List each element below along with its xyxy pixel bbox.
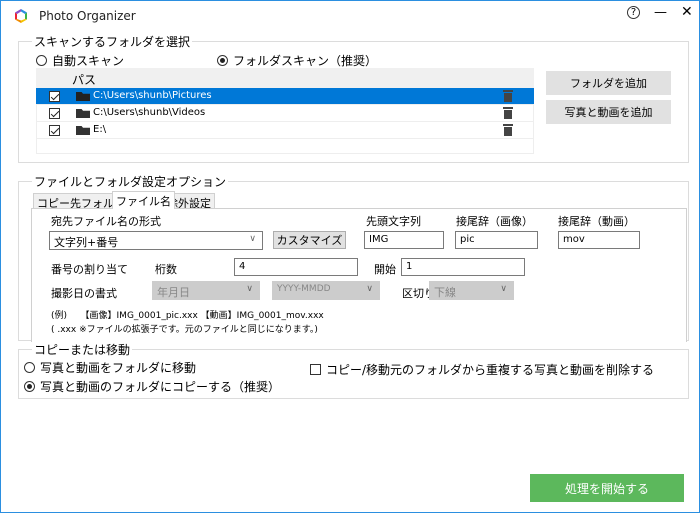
copy-label: 写真と動画のフォルダにコピーする（推奨） bbox=[40, 380, 281, 394]
row-checkbox[interactable] bbox=[49, 108, 60, 119]
window-title: Photo Organizer bbox=[39, 9, 136, 23]
chevron-down-icon: ∨ bbox=[366, 284, 373, 294]
example-line-1: (例) 【画像】IMG_0001_pic.xxx 【動画】IMG_0001_mo… bbox=[51, 311, 324, 321]
folder-row[interactable]: C:\Users\shunb\Pictures bbox=[36, 88, 534, 105]
suffix-image-input[interactable]: pic bbox=[455, 231, 538, 249]
prefix-label: 先頭文字列 bbox=[366, 215, 421, 228]
folder-icon bbox=[76, 109, 90, 118]
close-button[interactable]: ✕ bbox=[681, 4, 693, 20]
folder-row[interactable]: C:\Users\shunb\Videos bbox=[36, 105, 534, 122]
add-folder-button[interactable]: フォルダを追加 bbox=[546, 71, 671, 95]
move-label: 写真と動画をフォルダに移動 bbox=[40, 361, 197, 375]
folder-list-header: パス bbox=[36, 68, 534, 88]
move-radio[interactable]: 写真と動画をフォルダに移動 bbox=[24, 359, 196, 376]
copy-radio[interactable]: 写真と動画のフォルダにコピーする（推奨） bbox=[24, 378, 280, 395]
row-checkbox[interactable] bbox=[49, 91, 60, 102]
prefix-input[interactable]: IMG bbox=[364, 231, 444, 249]
separator-value: 下線 bbox=[434, 286, 456, 299]
help-button[interactable]: ? bbox=[627, 6, 640, 19]
folder-row[interactable]: E:\ bbox=[36, 122, 534, 139]
app-logo-icon bbox=[15, 9, 27, 23]
folder-scan-label: フォルダスキャン（推奨） bbox=[233, 54, 378, 68]
auto-scan-radio[interactable]: 自動スキャン bbox=[36, 52, 124, 69]
digits-input[interactable]: 4 bbox=[234, 258, 358, 276]
row-checkbox[interactable] bbox=[49, 125, 60, 136]
format-value: 文字列+番号 bbox=[54, 236, 119, 249]
date-format-label: 撮影日の書式 bbox=[51, 287, 117, 300]
suffix-video-input[interactable]: mov bbox=[558, 231, 640, 249]
folder-path: E:\ bbox=[93, 124, 107, 135]
customize-button[interactable]: カスタマイズ bbox=[273, 231, 346, 249]
auto-scan-label: 自動スキャン bbox=[52, 54, 125, 68]
chevron-down-icon: ∨ bbox=[249, 234, 256, 244]
add-media-button[interactable]: 写真と動画を追加 bbox=[546, 100, 671, 124]
start-label: 開始 bbox=[374, 263, 396, 276]
separator-select[interactable]: 下線 ∨ bbox=[429, 281, 514, 300]
numbering-label: 番号の割り当て bbox=[51, 263, 128, 276]
start-input[interactable]: 1 bbox=[401, 258, 525, 276]
suffix-video-label: 接尾辞（動画） bbox=[558, 215, 635, 228]
tab-file-name[interactable]: ファイル名 bbox=[112, 191, 175, 209]
date-order-select[interactable]: 年月日 ∨ bbox=[152, 281, 260, 300]
delete-duplicates-checkbox[interactable]: コピー/移動元のフォルダから重複する写真と動画を削除する bbox=[310, 361, 654, 378]
folder-icon bbox=[76, 92, 90, 101]
folder-icon bbox=[76, 126, 90, 135]
folder-path: C:\Users\shunb\Pictures bbox=[93, 90, 212, 101]
start-processing-button[interactable]: 処理を開始する bbox=[530, 474, 684, 502]
delete-duplicates-label: コピー/移動元のフォルダから重複する写真と動画を削除する bbox=[326, 363, 655, 377]
example-line-2: ( .xxx ※ファイルの拡張子です。元のファイルと同じになります。) bbox=[51, 325, 318, 335]
folder-path: C:\Users\shunb\Videos bbox=[93, 107, 206, 118]
date-format-select[interactable]: YYYY-MMDD ∨ bbox=[272, 281, 380, 300]
trash-icon[interactable] bbox=[503, 90, 513, 102]
chevron-down-icon: ∨ bbox=[500, 284, 507, 294]
path-column-header[interactable]: パス bbox=[72, 71, 96, 88]
digits-label: 桁数 bbox=[155, 263, 177, 276]
copy-move-legend: コピーまたは移動 bbox=[32, 341, 133, 358]
chevron-down-icon: ∨ bbox=[246, 284, 253, 294]
date-order-value: 年月日 bbox=[157, 286, 190, 299]
format-label: 宛先ファイル名の形式 bbox=[51, 215, 161, 228]
format-select[interactable]: 文字列+番号 ∨ bbox=[49, 231, 263, 250]
trash-icon[interactable] bbox=[503, 107, 513, 119]
date-format-value: YYYY-MMDD bbox=[277, 284, 331, 294]
folder-scan-radio[interactable]: フォルダスキャン（推奨） bbox=[217, 52, 377, 69]
scan-group-legend: スキャンするフォルダを選択 bbox=[32, 33, 193, 50]
trash-icon[interactable] bbox=[503, 124, 513, 136]
suffix-image-label: 接尾辞（画像） bbox=[456, 215, 533, 228]
options-group-legend: ファイルとフォルダ設定オプション bbox=[32, 173, 229, 190]
minimize-button[interactable]: — bbox=[654, 5, 667, 20]
